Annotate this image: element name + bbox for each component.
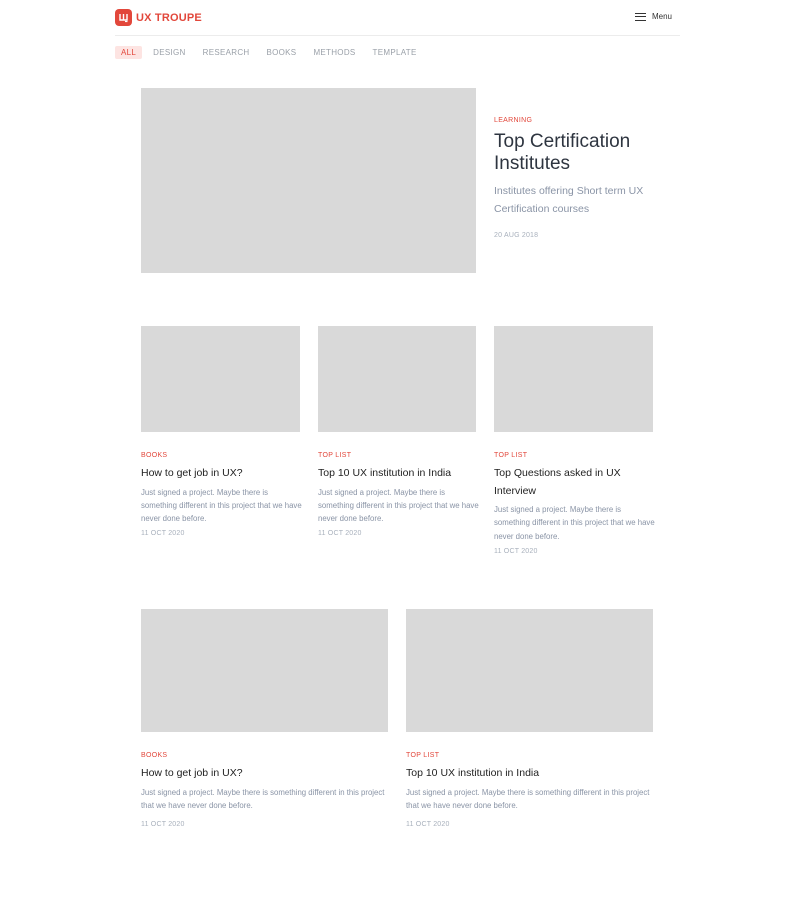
card-image[interactable] [141,609,388,732]
hamburger-icon [634,12,646,21]
article-card: BOOKS How to get job in UX? Just signed … [141,452,303,537]
card-date: 11 OCT 2020 [494,547,538,555]
featured-subtitle: Institutes offering Short term UX Certif… [494,185,644,215]
filter-research[interactable]: RESEARCH [203,46,250,59]
card-image[interactable] [494,326,653,432]
card-date: 11 OCT 2020 [141,530,185,538]
article-card: TOP LIST Top 10 UX institution in India … [406,752,653,828]
card-category: TOP LIST [406,752,440,759]
card-description: Just signed a project. Maybe there is so… [141,787,385,810]
featured-title[interactable]: Top Certification Institutes [494,131,669,175]
menu-button[interactable]: Menu [634,12,672,21]
card-image[interactable] [406,609,653,732]
card-title[interactable]: How to get job in UX? [141,765,388,783]
card-title[interactable]: How to get job in UX? [141,465,303,483]
logo-icon [115,9,132,26]
logo-text: UX TROUPE [136,11,202,24]
card-date: 11 OCT 2020 [318,530,362,538]
menu-label: Menu [651,12,672,21]
featured-article: LEARNING Top Certification Institutes In… [494,117,669,239]
card-category: BOOKS [141,452,168,459]
card-category: TOP LIST [318,452,352,459]
filter-all[interactable]: ALL [115,46,143,59]
filter-template[interactable]: TEMPLATE [373,46,417,59]
card-category: BOOKS [141,752,168,759]
card-description: Just signed a project. Maybe there is so… [494,505,655,541]
card-category: TOP LIST [494,452,528,459]
card-date: 11 OCT 2020 [406,821,450,829]
article-card: BOOKS How to get job in UX? Just signed … [141,752,388,828]
card-title[interactable]: Top Questions asked in UX Interview [494,465,656,500]
logo[interactable]: UX TROUPE [115,9,202,26]
card-description: Just signed a project. Maybe there is so… [318,487,479,524]
card-image[interactable] [141,326,300,432]
filter-methods[interactable]: METHODS [313,46,355,59]
card-image[interactable] [318,326,476,432]
article-card: TOP LIST Top 10 UX institution in India … [318,452,480,537]
top-header: UX TROUPE Menu [115,0,680,36]
article-card: TOP LIST Top Questions asked in UX Inter… [494,452,656,555]
category-filters: ALL DESIGN RESEARCH BOOKS METHODS TEMPLA… [115,46,434,59]
card-title[interactable]: Top 10 UX institution in India [318,465,480,483]
card-date: 11 OCT 2020 [141,821,185,829]
filter-books[interactable]: BOOKS [266,46,296,59]
card-description: Just signed a project. Maybe there is so… [141,487,302,524]
card-title[interactable]: Top 10 UX institution in India [406,765,653,783]
featured-date: 20 AUG 2018 [494,232,539,239]
featured-category: LEARNING [494,117,533,124]
filter-design[interactable]: DESIGN [153,46,185,59]
featured-image[interactable] [141,88,476,273]
card-description: Just signed a project. Maybe there is so… [406,787,650,810]
